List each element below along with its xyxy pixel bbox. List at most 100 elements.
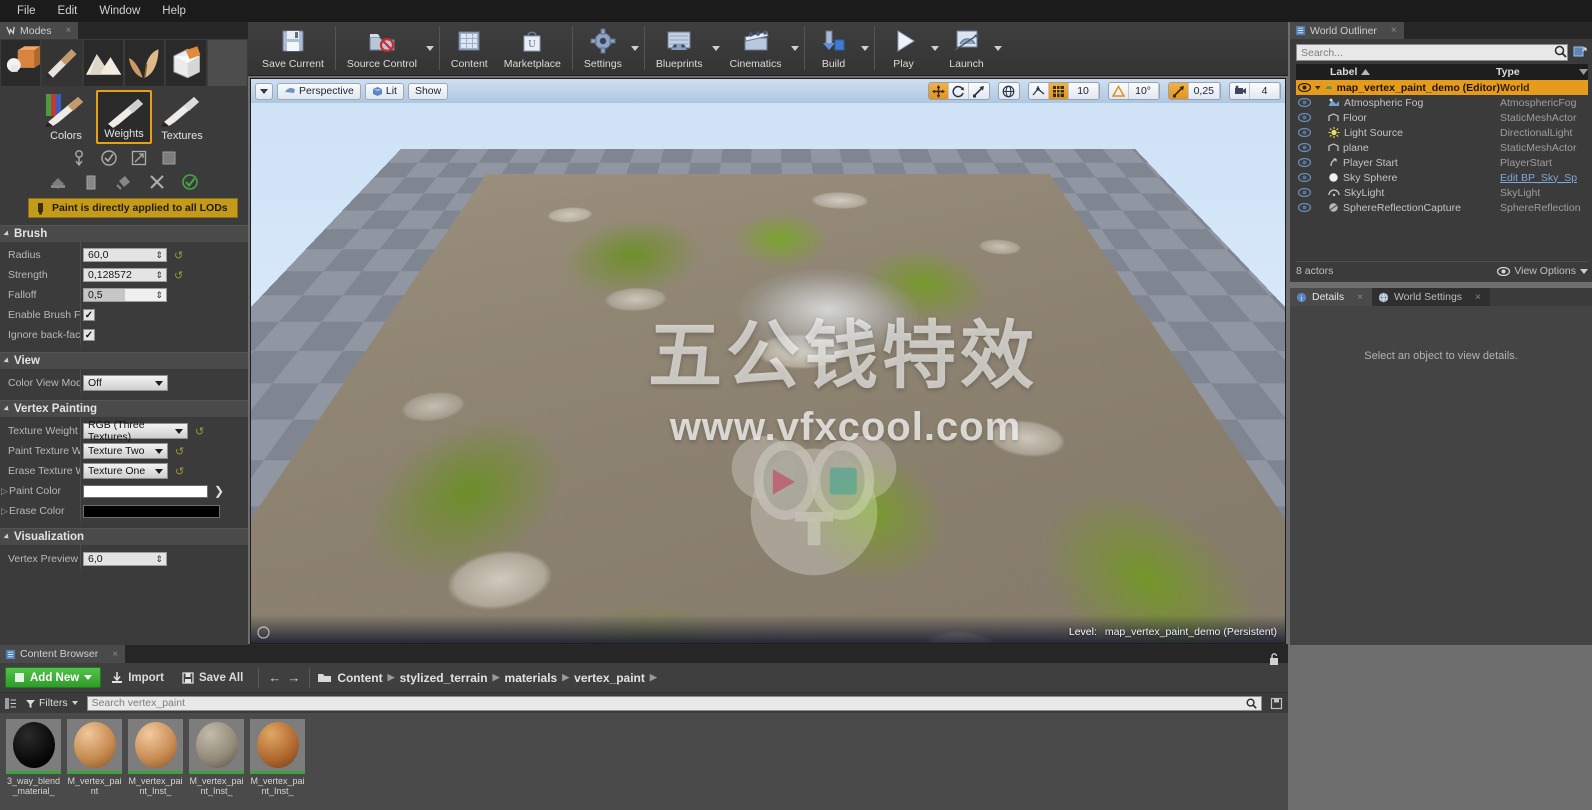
menu-help[interactable]: Help — [151, 2, 197, 20]
visibility-eye-icon[interactable] — [1296, 83, 1313, 92]
tab-modes[interactable]: Modes × — [0, 22, 79, 39]
toolbar-cinematics-caret[interactable] — [790, 22, 801, 74]
filters-button[interactable]: Filters — [22, 697, 82, 709]
visibility-eye-icon[interactable] — [1296, 188, 1313, 197]
visibility-eye-icon[interactable] — [1296, 158, 1313, 167]
apply-check-icon[interactable] — [181, 173, 199, 191]
angle-snap-value[interactable]: 10° — [1129, 83, 1159, 99]
menu-window[interactable]: Window — [88, 2, 151, 20]
toolbar-play[interactable]: Play — [878, 22, 930, 74]
brush-strength-reset-icon[interactable]: ↺ — [174, 269, 183, 282]
visibility-eye-icon[interactable] — [1296, 98, 1313, 107]
mode-place[interactable] — [1, 40, 41, 86]
breadcrumb-content[interactable]: Content — [337, 671, 382, 685]
angle-snap-icon[interactable] — [1109, 83, 1129, 99]
level-viewport[interactable]: Perspective Lit Show 10 10° 0,25 4 五公钱特效… — [250, 78, 1286, 644]
vertex-preview-size-input[interactable]: 6,0 ⇕ — [83, 552, 167, 566]
tab-world-settings-close[interactable]: × — [1475, 292, 1481, 303]
viewport-view-mode[interactable]: Lit — [364, 82, 404, 100]
outliner-search-input[interactable]: Search... — [1296, 44, 1568, 61]
brush-radius-input[interactable]: 60,0 ⇕ — [83, 248, 167, 262]
breadcrumb-materials[interactable]: materials — [505, 671, 558, 685]
asset-item[interactable]: M_vertex_paint — [67, 719, 122, 810]
toolbar-launch-caret[interactable] — [993, 22, 1004, 74]
tab-details[interactable]: i Details × — [1290, 288, 1372, 306]
viewport-3d-scene[interactable]: 五公钱特效 www.vfxcool.com Level: map_vertex_… — [251, 103, 1285, 643]
erase-color-swatch[interactable] — [83, 504, 220, 518]
asset-thumbnail[interactable] — [189, 719, 244, 774]
toolbar-source-control-caret[interactable] — [425, 22, 436, 74]
chevron-down-icon[interactable] — [1315, 83, 1321, 92]
outliner-row[interactable]: SkyLight SkyLight — [1296, 185, 1588, 200]
fill-icon[interactable] — [49, 173, 67, 191]
visibility-eye-icon[interactable] — [1296, 143, 1313, 152]
tab-modes-close[interactable]: × — [66, 25, 72, 36]
camera-speed-value[interactable]: 4 — [1250, 83, 1280, 99]
viewport-camera-type[interactable]: Perspective — [277, 82, 361, 100]
viewport-options-menu[interactable] — [255, 82, 273, 100]
nav-back-button[interactable]: ← — [266, 670, 283, 685]
outliner-col-type[interactable]: Type — [1496, 66, 1520, 78]
menu-file[interactable]: File — [6, 2, 47, 20]
paint-color-swatch[interactable] — [83, 484, 208, 498]
viewport-show-menu[interactable]: Show — [407, 82, 449, 100]
toolbar-build-caret[interactable] — [860, 22, 871, 74]
toolbar-build[interactable]: Build — [808, 22, 860, 74]
spinner-icon[interactable]: ⇕ — [155, 554, 163, 565]
push-instance-colors-icon[interactable] — [130, 149, 148, 167]
column-options-icon[interactable] — [1579, 69, 1588, 75]
import-button[interactable]: Import — [103, 667, 172, 688]
toolbar-play-caret[interactable] — [930, 22, 941, 74]
asset-thumbnail[interactable] — [250, 719, 305, 774]
asset-item[interactable]: M_vertex_paint_Inst_ — [250, 719, 305, 810]
asset-search-input[interactable]: Search vertex_paint — [86, 695, 1262, 711]
grid-snap-icon[interactable] — [1048, 83, 1069, 99]
tab-world-outliner[interactable]: World Outliner × — [1290, 22, 1404, 39]
outliner-row[interactable]: map_vertex_paint_demo (Editor) World — [1296, 80, 1588, 95]
tab-content-browser-close[interactable]: × — [112, 649, 118, 660]
asset-item[interactable]: M_vertex_paint_Inst_ — [128, 719, 183, 810]
grid-snap-value[interactable]: 10 — [1069, 83, 1099, 99]
vertex-painting-section-header[interactable]: Vertex Painting — [0, 400, 248, 417]
outliner-row[interactable]: SphereReflectionCapture SphereReflection — [1296, 200, 1588, 215]
remove-icon[interactable] — [82, 173, 100, 191]
rotate-gizmo-icon[interactable] — [949, 83, 969, 99]
save-search-icon[interactable] — [1270, 697, 1283, 710]
toolbar-launch[interactable]: Launch — [941, 22, 993, 74]
camera-speed-icon[interactable] — [1230, 83, 1250, 99]
translate-gizmo-icon[interactable] — [928, 83, 949, 99]
texture-weight-type-reset-icon[interactable]: ↺ — [195, 425, 204, 438]
color-view-mode-dropdown[interactable]: Off — [83, 375, 168, 391]
brush-strength-input[interactable]: 0,128572 ⇕ — [83, 268, 167, 282]
outliner-row[interactable]: Atmospheric Fog AtmosphericFog — [1296, 95, 1588, 110]
outliner-row[interactable]: Player Start PlayerStart — [1296, 155, 1588, 170]
world-coordinate-icon[interactable] — [999, 83, 1019, 99]
paint-color-expander-icon[interactable]: ▷ — [0, 486, 9, 497]
wrench-icon[interactable] — [148, 173, 166, 191]
visibility-eye-icon[interactable] — [1296, 113, 1313, 122]
toolbar-source-control[interactable]: Source Control — [339, 22, 425, 74]
erase-texture-weight-dropdown[interactable]: Texture One — [83, 463, 168, 479]
erase-texture-weight-reset-icon[interactable]: ↺ — [175, 465, 184, 478]
tab-details-close[interactable]: × — [1357, 292, 1363, 303]
copy-icon[interactable] — [160, 149, 178, 167]
toolbar-settings[interactable]: Settings — [576, 22, 630, 74]
select-all-icon[interactable] — [100, 149, 118, 167]
toolbar-blueprints-caret[interactable] — [711, 22, 722, 74]
mode-paint[interactable] — [42, 40, 82, 86]
visibility-eye-icon[interactable] — [1296, 128, 1313, 137]
paint-color-arrow-icon[interactable]: ❯ — [214, 484, 224, 498]
outliner-row-type[interactable]: Edit BP_Sky_Sp — [1500, 172, 1588, 184]
outliner-row[interactable]: Floor StaticMeshActor — [1296, 110, 1588, 125]
view-section-header[interactable]: View — [0, 352, 248, 369]
asset-item[interactable]: 3_way_blend_material_ — [6, 719, 61, 810]
scale-snap-icon[interactable] — [1168, 83, 1189, 99]
expand-all-icon[interactable] — [1573, 45, 1587, 58]
texture-weight-type-dropdown[interactable]: RGB (Three Textures) — [83, 419, 188, 443]
submode-textures[interactable]: Textures — [154, 90, 210, 144]
visibility-eye-icon[interactable] — [1296, 173, 1313, 182]
visibility-eye-icon[interactable] — [1296, 203, 1313, 212]
paint-vertex-icon[interactable] — [70, 149, 88, 167]
scale-gizmo-icon[interactable] — [969, 83, 989, 99]
mode-geometry-editing[interactable] — [166, 40, 206, 86]
